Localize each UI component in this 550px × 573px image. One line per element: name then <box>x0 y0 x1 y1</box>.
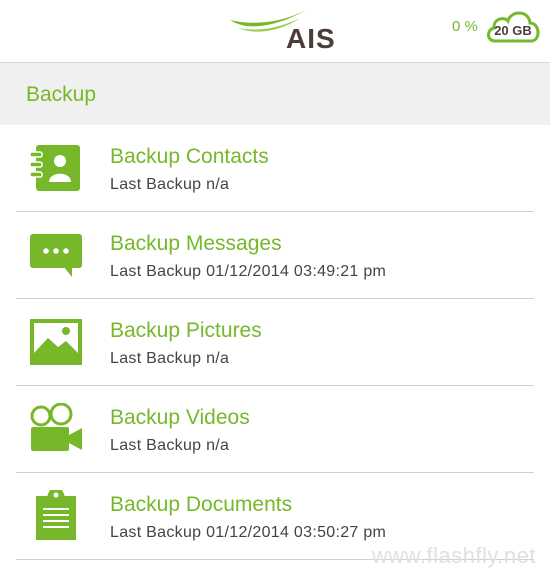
item-last-backup: Last Backup n/a <box>110 176 230 193</box>
item-title: Backup Videos <box>110 406 250 429</box>
watermark: www.flashfly.net <box>371 543 536 568</box>
item-last-backup: Last Backup n/a <box>110 350 230 367</box>
storage-capacity: 20 GB <box>494 23 532 38</box>
section-header: Backup <box>0 62 550 125</box>
backup-messages-item[interactable]: Backup Messages Last Backup 01/12/2014 0… <box>16 212 534 299</box>
item-title: Backup Messages <box>110 232 282 255</box>
backup-pictures-item[interactable]: Backup Pictures Last Backup n/a <box>16 299 534 386</box>
messages-icon <box>28 229 84 281</box>
backup-list: Backup Contacts Last Backup n/a Backup M… <box>0 125 550 560</box>
cloud-icon: 20 GB <box>485 6 541 44</box>
videos-icon <box>28 402 84 455</box>
backup-contacts-item[interactable]: Backup Contacts Last Backup n/a <box>16 125 534 212</box>
backup-videos-item[interactable]: Backup Videos Last Backup n/a <box>16 386 534 473</box>
item-last-backup: Last Backup 01/12/2014 03:50:27 pm <box>110 524 387 541</box>
documents-icon <box>28 490 84 542</box>
storage-percent: 0 % <box>452 18 478 35</box>
item-last-backup: Last Backup 01/12/2014 03:49:21 pm <box>110 263 387 280</box>
pictures-icon <box>28 316 84 368</box>
section-title: Backup <box>26 83 97 106</box>
item-title: Backup Contacts <box>110 145 269 168</box>
item-title: Backup Pictures <box>110 319 262 342</box>
app-header: AIS 0 % 20 GB <box>0 0 550 61</box>
contacts-icon <box>28 142 84 194</box>
item-last-backup: Last Backup n/a <box>110 437 230 454</box>
ais-logo: AIS <box>228 6 338 54</box>
logo-text: AIS <box>286 23 336 54</box>
item-title: Backup Documents <box>110 493 293 516</box>
